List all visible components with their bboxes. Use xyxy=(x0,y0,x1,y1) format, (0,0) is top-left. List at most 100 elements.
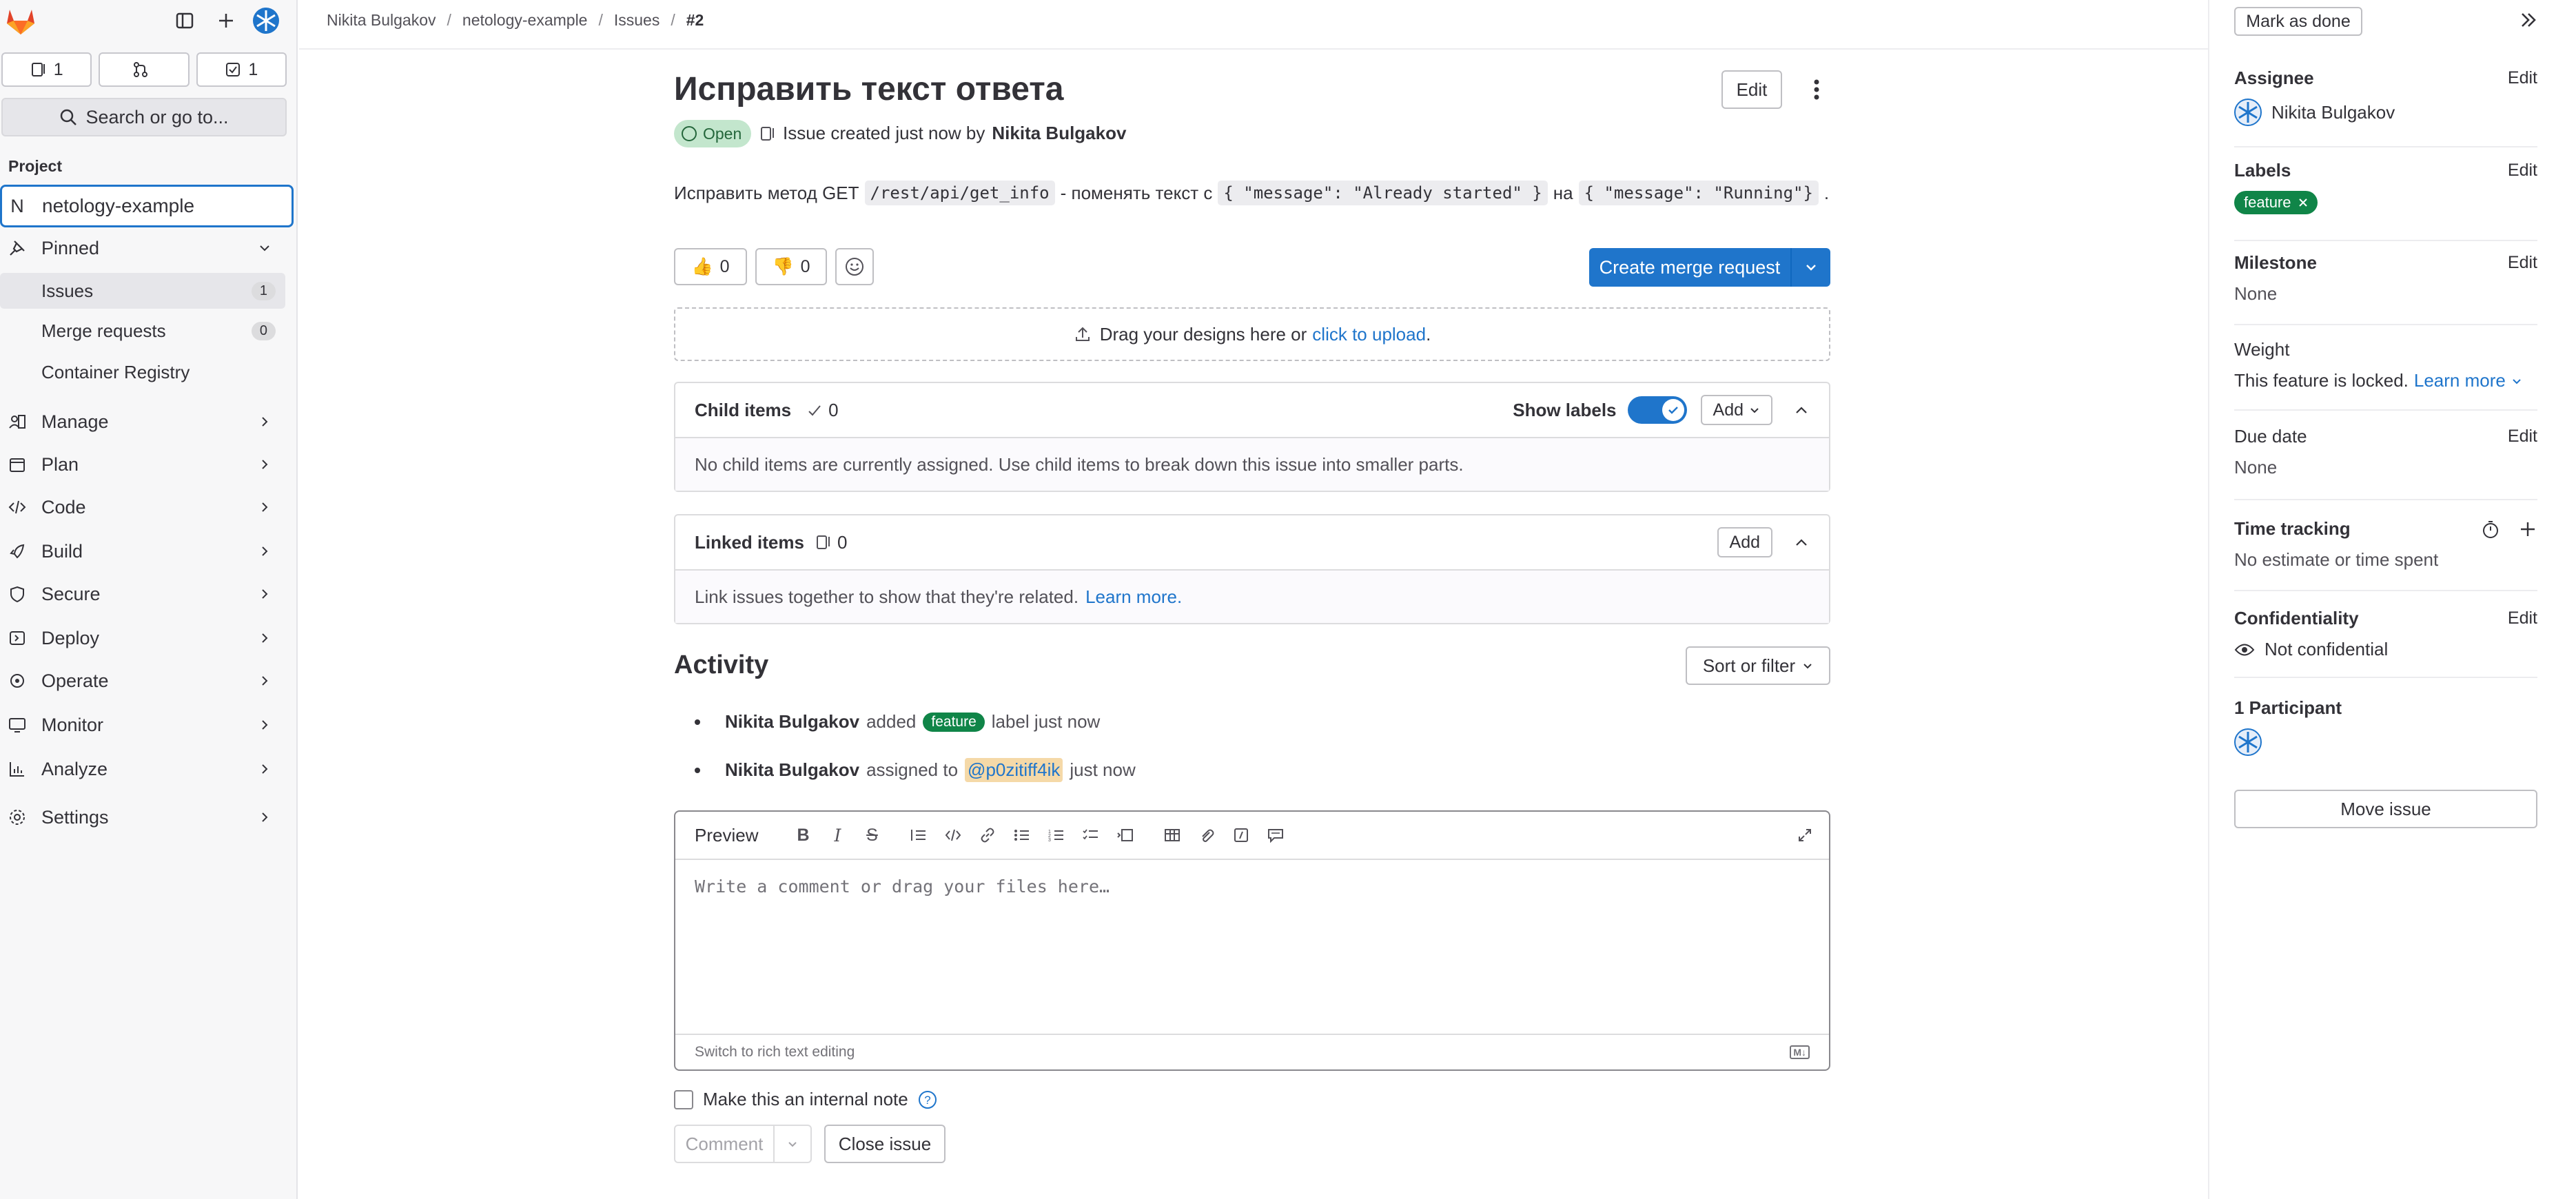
design-dropzone[interactable]: Drag your designs here or click to uploa… xyxy=(674,307,1830,361)
internal-note-row: Make this an internal note ? xyxy=(674,1089,937,1110)
bold-icon[interactable]: B xyxy=(786,821,820,849)
sidebar-item-issues[interactable]: Issues 1 xyxy=(0,273,285,309)
create-merge-request-button[interactable]: Create merge request xyxy=(1589,248,1830,287)
breadcrumb-issues[interactable]: Issues xyxy=(614,11,660,30)
thumbs-down-button[interactable]: 👎 0 xyxy=(755,248,827,285)
strikethrough-icon[interactable]: S xyxy=(855,821,889,849)
milestone-edit-button[interactable]: Edit xyxy=(2508,253,2537,273)
comment-button[interactable]: Comment xyxy=(674,1125,812,1163)
internal-note-label[interactable]: Make this an internal note xyxy=(703,1089,908,1110)
assignee-avatar[interactable] xyxy=(2234,99,2262,126)
labels-edit-button[interactable]: Edit xyxy=(2508,161,2537,181)
close-issue-button[interactable]: Close issue xyxy=(824,1125,945,1163)
assigned-issues-counter[interactable]: 1 xyxy=(1,52,92,87)
sidebar-item-pinned[interactable]: Pinned xyxy=(0,229,285,267)
collapsible-icon[interactable] xyxy=(1108,821,1143,849)
dropzone-text: Drag your designs here or xyxy=(1099,323,1307,345)
linked-items-body: Link issues together to show that they'r… xyxy=(675,571,1829,623)
quick-action-icon[interactable] xyxy=(1224,821,1258,849)
issue-author-link[interactable]: Nikita Bulgakov xyxy=(992,123,1126,144)
help-icon[interactable]: ? xyxy=(918,1090,937,1109)
plus-icon[interactable] xyxy=(212,7,240,34)
collapse-sidebar-icon[interactable] xyxy=(2517,8,2540,32)
weight-learn-more-link[interactable]: Learn more xyxy=(2414,370,2506,391)
comment-template-icon[interactable] xyxy=(1258,821,1293,849)
merge-requests-counter[interactable] xyxy=(99,52,190,87)
comment-textarea[interactable]: Write a comment or drag your files here… xyxy=(675,860,1829,1034)
stopwatch-icon[interactable] xyxy=(2481,520,2500,539)
add-reaction-button[interactable] xyxy=(835,248,874,285)
add-child-item-button[interactable]: Add xyxy=(1700,395,1772,425)
add-linked-item-button[interactable]: Add xyxy=(1717,527,1772,557)
link-icon[interactable] xyxy=(970,821,1005,849)
activity-action: assigned to xyxy=(866,759,959,780)
fullscreen-icon[interactable] xyxy=(1788,821,1822,849)
participant-avatar[interactable] xyxy=(2234,728,2262,756)
sidebar-item-code[interactable]: Code xyxy=(0,488,285,526)
sidebar-item-settings[interactable]: Settings xyxy=(0,798,285,837)
comment-button-label[interactable]: Comment xyxy=(675,1126,775,1162)
search-button[interactable]: Search or go to... xyxy=(1,98,287,136)
internal-note-checkbox[interactable] xyxy=(674,1089,693,1109)
sidebar-item-plan[interactable]: Plan xyxy=(0,445,285,484)
bulleted-list-icon[interactable] xyxy=(1005,821,1039,849)
gitlab-logo-icon[interactable] xyxy=(4,4,37,37)
show-labels-toggle[interactable] xyxy=(1627,396,1687,424)
chevron-down-icon[interactable] xyxy=(2511,376,2522,387)
sidebar-item-merge-requests[interactable]: Merge requests 0 xyxy=(0,313,285,349)
mark-as-done-button[interactable]: Mark as done xyxy=(2234,7,2362,36)
markdown-icon[interactable]: M↓ xyxy=(1790,1045,1810,1059)
desc-text: - поменять текст с xyxy=(1060,182,1213,203)
chevron-up-icon[interactable] xyxy=(1793,402,1810,418)
sidebar-item-operate[interactable]: Operate xyxy=(0,662,285,700)
feature-label-pill[interactable]: feature xyxy=(2234,191,2318,214)
sidebar-item-secure[interactable]: Secure xyxy=(0,575,285,613)
learn-more-link[interactable]: Learn more. xyxy=(1085,586,1182,608)
sidebar-item-manage[interactable]: Manage xyxy=(0,402,285,441)
confidentiality-edit-button[interactable]: Edit xyxy=(2508,608,2537,628)
sidebar-item-container-registry[interactable]: Container Registry xyxy=(0,354,285,390)
sidebar-item-deploy[interactable]: Deploy xyxy=(0,619,285,657)
sidebar-item-analyze[interactable]: Analyze xyxy=(0,750,285,788)
due-date-edit-button[interactable]: Edit xyxy=(2508,427,2537,447)
assignee-name[interactable]: Nikita Bulgakov xyxy=(2271,102,2395,123)
sidebar-project-item[interactable]: N netology-example xyxy=(0,185,294,227)
edit-issue-button[interactable]: Edit xyxy=(1721,70,1782,109)
preview-tab[interactable]: Preview xyxy=(695,825,758,846)
table-icon[interactable] xyxy=(1155,821,1189,849)
thumbs-up-button[interactable]: 👍 0 xyxy=(674,248,747,285)
sort-or-filter-button[interactable]: Sort or filter xyxy=(1686,646,1830,685)
chevron-down-icon[interactable] xyxy=(1792,248,1830,287)
user-avatar[interactable] xyxy=(252,7,280,34)
todos-counter[interactable]: 1 xyxy=(196,52,287,87)
add-label: Add xyxy=(1713,400,1744,420)
remove-label-icon[interactable] xyxy=(2298,198,2308,207)
activity-user[interactable]: Nikita Bulgakov xyxy=(725,759,859,781)
click-to-upload-link[interactable]: click to upload xyxy=(1312,324,1426,345)
code-icon[interactable] xyxy=(936,821,970,849)
switch-rich-text-link[interactable]: Switch to rich text editing xyxy=(695,1044,855,1060)
sidebar-toggle-icon[interactable] xyxy=(171,7,198,34)
label-pill[interactable]: feature xyxy=(923,712,985,732)
more-actions-icon[interactable] xyxy=(1804,74,1829,105)
numbered-list-icon[interactable]: 123 xyxy=(1039,821,1074,849)
quote-icon[interactable] xyxy=(901,821,936,849)
create-merge-request-label[interactable]: Create merge request xyxy=(1589,248,1792,287)
sidebar-item-build[interactable]: Build xyxy=(0,532,285,571)
breadcrumb-user[interactable]: Nikita Bulgakov xyxy=(327,11,436,30)
attachment-icon[interactable] xyxy=(1189,821,1224,849)
italic-icon[interactable]: I xyxy=(820,821,855,849)
left-sidebar: 1 1 Search or go to... Project N netolog… xyxy=(0,0,298,1199)
assignee-edit-button[interactable]: Edit xyxy=(2508,68,2537,88)
merge-requests-count-badge: 0 xyxy=(251,321,276,340)
breadcrumb-project[interactable]: netology-example xyxy=(462,11,588,30)
sidebar-item-monitor[interactable]: Monitor xyxy=(0,706,285,744)
user-mention[interactable]: @p0zitiff4ik xyxy=(965,758,1063,782)
chevron-up-icon[interactable] xyxy=(1793,534,1810,551)
task-list-icon[interactable] xyxy=(1074,821,1108,849)
move-issue-button[interactable]: Move issue xyxy=(2234,790,2537,828)
plus-icon[interactable] xyxy=(2518,520,2537,539)
chevron-down-icon[interactable] xyxy=(775,1126,810,1162)
breadcrumb-current-issue[interactable]: #2 xyxy=(686,11,704,30)
activity-user[interactable]: Nikita Bulgakov xyxy=(725,711,859,732)
